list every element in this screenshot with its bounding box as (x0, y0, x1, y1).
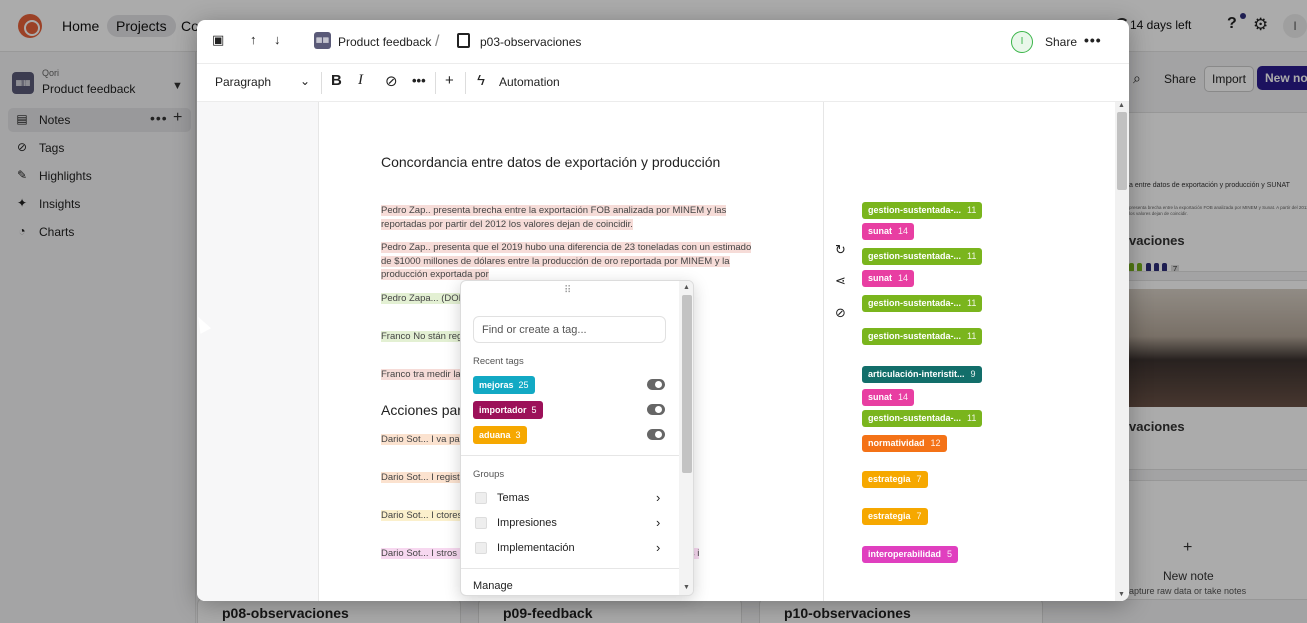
plus-icon[interactable]: + (445, 72, 454, 89)
group-label: Implementación (497, 542, 575, 554)
modal-header: ▣ ↑ ↓ ▦▦ Product feedback / p03-observac… (197, 20, 1129, 64)
tag-chip[interactable]: sunat 14 (862, 270, 915, 287)
scroll-down-icon[interactable]: ▼ (1118, 591, 1125, 598)
scroll-up-icon[interactable]: ▲ (1118, 102, 1125, 109)
workspace-icon: ▦▦ (314, 32, 331, 49)
modal-scrollbar[interactable]: ▲ ▼ (1115, 102, 1129, 601)
scroll-thumb[interactable] (1117, 112, 1127, 190)
recent-tag-chip[interactable]: mejoras 25 (473, 376, 535, 394)
tag-chip[interactable]: articulación-interistit... 9 (862, 366, 982, 383)
tag-chip[interactable]: gestion-sustentada-... 11 (862, 328, 983, 345)
recent-tag-chip[interactable]: importador 5 (473, 401, 543, 419)
doc-heading: Concordancia entre datos de exportación … (381, 154, 721, 170)
toolbar-divider (321, 72, 322, 94)
link-icon[interactable]: ⊘ (385, 72, 398, 90)
bold-icon[interactable]: B (331, 72, 342, 89)
chevron-right-icon: › (656, 515, 661, 530)
tag-toggle[interactable] (647, 404, 665, 415)
tag-chip[interactable]: normatividad 12 (862, 435, 947, 452)
toolbar-divider (465, 72, 466, 94)
breadcrumb-separator: / (435, 33, 440, 50)
tag-toggle[interactable] (647, 379, 665, 390)
breadcrumb-project[interactable]: Product feedback (338, 35, 431, 49)
share-nodes-icon[interactable]: ⋖ (835, 273, 846, 289)
more-icon[interactable]: ••• (412, 73, 426, 88)
group-label: Impresiones (497, 517, 557, 529)
group-row-temas[interactable]: Temas › (473, 488, 673, 508)
editor-toolbar: Paragraph ⌄ B I ⊘ ••• + ϟ Automation (197, 64, 1129, 102)
link-icon[interactable]: ⊘ (835, 305, 846, 321)
add-reaction-icon[interactable]: ↻ (835, 242, 846, 258)
group-label: Temas (497, 492, 530, 504)
chevron-right-icon: › (656, 540, 661, 555)
paragraph-style-select[interactable]: Paragraph (215, 75, 271, 89)
recent-tag-chip[interactable]: aduana 3 (473, 426, 527, 444)
divider (461, 455, 693, 456)
highlight-text: Pedro Zap.. presenta brecha entre la exp… (381, 205, 727, 230)
breadcrumb-doc[interactable]: p03-observaciones (480, 35, 581, 49)
popover-scrollbar[interactable]: ▲ ▼ (679, 281, 693, 595)
group-row-impresiones[interactable]: Impresiones › (473, 513, 673, 533)
highlight-text: Pedro Zap.. presenta que el 2019 hubo un… (381, 242, 752, 280)
arrow-down-icon[interactable]: ↓ (274, 32, 281, 47)
tag-chip[interactable]: sunat 14 (862, 223, 915, 240)
tag-chip[interactable]: estrategia 7 (862, 471, 928, 488)
group-checkbox[interactable] (475, 517, 487, 529)
groups-label: Groups (473, 469, 505, 480)
close-panel-icon[interactable]: ▣ (212, 32, 224, 48)
tag-chip[interactable]: gestion-sustentada-... 11 (862, 410, 983, 427)
automation-button[interactable]: Automation (499, 75, 560, 89)
group-checkbox[interactable] (475, 492, 487, 504)
italic-icon[interactable]: I (358, 72, 363, 89)
lightning-icon[interactable]: ϟ (477, 72, 485, 89)
document-icon (457, 33, 470, 48)
scroll-up-icon[interactable]: ▲ (683, 284, 690, 291)
divider (461, 568, 693, 569)
highlight-paragraph[interactable]: Pedro Zap.. presenta brecha entre la exp… (381, 204, 761, 231)
tag-chip[interactable]: gestion-sustentada-... 11 (862, 248, 983, 265)
group-row-implementacion[interactable]: Implementación › (473, 538, 673, 558)
chevron-down-icon[interactable]: ⌄ (300, 74, 310, 88)
doc-heading: Acciones par (381, 402, 462, 418)
scroll-thumb[interactable] (682, 295, 692, 473)
tag-chip[interactable]: estrategia 7 (862, 508, 928, 525)
collaborator-avatar[interactable]: I (1011, 31, 1033, 53)
manage-tags-link[interactable]: Manage (473, 580, 513, 592)
group-checkbox[interactable] (475, 542, 487, 554)
scroll-down-icon[interactable]: ▼ (683, 584, 690, 591)
toolbar-divider (435, 72, 436, 94)
share-button[interactable]: Share (1045, 35, 1077, 49)
tag-column (824, 102, 1115, 601)
tag-search-input[interactable] (473, 316, 666, 343)
chevron-right-icon: › (656, 490, 661, 505)
arrow-up-icon[interactable]: ↑ (250, 32, 257, 47)
tag-chip[interactable]: interoperabilidad 5 (862, 546, 959, 563)
tag-picker-popover: ⠿ Recent tags mejoras25 importador5 adua… (460, 280, 694, 596)
tag-chip[interactable]: sunat 14 (862, 389, 915, 406)
recent-tags-label: Recent tags (473, 356, 524, 367)
drag-handle-icon[interactable]: ⠿ (564, 285, 572, 296)
more-icon[interactable]: ••• (1084, 32, 1102, 48)
tag-chip[interactable]: gestion-sustentada-... 11 (862, 202, 983, 219)
highlight-paragraph[interactable]: Pedro Zap.. presenta que el 2019 hubo un… (381, 241, 761, 282)
tag-toggle[interactable] (647, 429, 665, 440)
tag-chip[interactable]: gestion-sustentada-... 11 (862, 295, 983, 312)
